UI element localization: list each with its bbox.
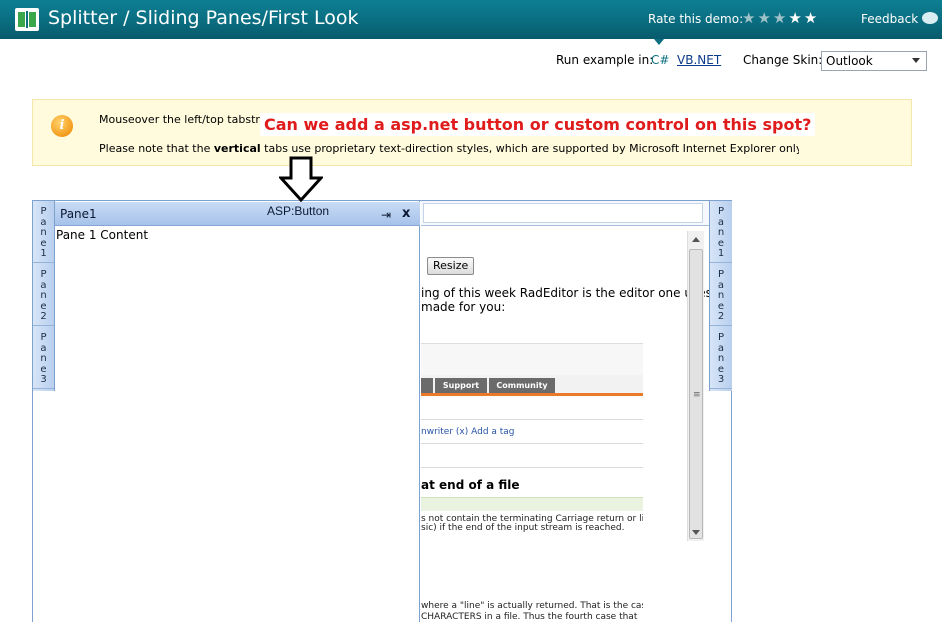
- left-tabstrip: Pane1Pane2Pane3: [33, 201, 55, 391]
- right-tab-pane2[interactable]: Pane2: [710, 264, 732, 326]
- editor-line: sic) if the end of the input stream is r…: [421, 523, 625, 533]
- right-tab-pane1[interactable]: Pane1: [710, 201, 732, 263]
- main-content-pane: Resize ing of this week RadEditor is the…: [421, 201, 712, 622]
- close-icon[interactable]: x: [402, 206, 410, 221]
- editor-nav: Support Community: [421, 375, 643, 395]
- info-line-1: Mouseover the left/top tabstrip: [99, 113, 270, 126]
- run-example-label: Run example in:: [556, 53, 654, 67]
- current-language-marker-icon: [654, 39, 664, 45]
- scroll-up-icon[interactable]: [692, 237, 700, 242]
- lang-vbnet-link[interactable]: VB.NET: [677, 53, 721, 67]
- star-icon[interactable]: ★: [804, 9, 819, 27]
- content-toolbar: [421, 201, 709, 226]
- pane1-header: Pane1 ASP:Button ⇥ x: [55, 202, 420, 226]
- right-tab-pane3[interactable]: Pane3: [710, 327, 732, 389]
- feedback-label: Feedback: [861, 12, 919, 26]
- right-tabstrip: Pane1Pane2Pane3: [709, 201, 732, 391]
- splitter-logo-icon: [15, 8, 39, 31]
- resize-button[interactable]: Resize: [427, 257, 475, 275]
- annotation-text: Can we add a asp.net button or custom co…: [260, 113, 816, 136]
- pane1-content: Pane 1 Content: [56, 228, 149, 242]
- skin-select[interactable]: Outlook: [821, 51, 927, 71]
- page-title: Splitter / Sliding Panes/First Look: [48, 7, 359, 29]
- editor-heading: at end of a file: [421, 478, 520, 492]
- asp-button[interactable]: ASP:Button: [267, 204, 329, 218]
- info-icon: i: [51, 115, 73, 137]
- lang-csharp-link[interactable]: C#: [651, 53, 669, 67]
- change-skin-label: Change Skin:: [743, 53, 823, 67]
- feedback-link[interactable]: Feedback: [861, 12, 939, 26]
- left-tab-pane2[interactable]: Pane2: [33, 264, 54, 326]
- down-arrow-icon: [279, 156, 323, 202]
- pin-icon[interactable]: ⇥: [381, 208, 391, 222]
- content-text-1: ing of this week RadEditor is the editor…: [421, 286, 712, 300]
- content-text-2: made for you:: [421, 300, 506, 314]
- star-icon[interactable]: ★: [742, 9, 757, 27]
- star-icon[interactable]: ★: [773, 9, 788, 27]
- chevron-down-icon: [912, 58, 920, 63]
- left-tab-pane3[interactable]: Pane3: [33, 327, 54, 389]
- editor-line: where a "line" is actually returned. Tha…: [421, 601, 643, 611]
- rate-label: Rate this demo:: [648, 12, 744, 26]
- info-line-2: Please note that the vertical tabs use p…: [99, 142, 799, 155]
- support-tab: Support: [435, 378, 487, 393]
- scroll-thumb[interactable]: ≡: [689, 249, 703, 539]
- star-icon[interactable]: ★: [757, 9, 772, 27]
- speech-bubble-icon: [922, 12, 939, 24]
- editor-links: nwriter (x) Add a tag: [421, 427, 515, 437]
- scroll-down-icon[interactable]: [692, 530, 700, 535]
- community-tab: Community: [489, 378, 555, 393]
- editor-line: CHARACTERS in a file. Thus the fourth ca…: [421, 612, 638, 622]
- sliding-pane-1: Pane1 ASP:Button ⇥ x Pane 1 Content: [55, 201, 420, 622]
- pane1-title: Pane1: [60, 207, 97, 221]
- content-scrollbar[interactable]: ≡: [687, 231, 704, 541]
- rating-stars[interactable]: ★★★★★: [742, 10, 819, 27]
- demo-header: Splitter / Sliding Panes/First Look Rate…: [0, 0, 942, 39]
- editor-screenshot: Support Community nwriter (x) Add a tag …: [421, 343, 643, 622]
- left-tab-pane1[interactable]: Pane1: [33, 201, 54, 263]
- skin-select-value: Outlook: [826, 54, 873, 68]
- star-icon[interactable]: ★: [788, 9, 803, 27]
- splitter: Pane1Pane2Pane3 Resize ing of this week …: [32, 200, 732, 622]
